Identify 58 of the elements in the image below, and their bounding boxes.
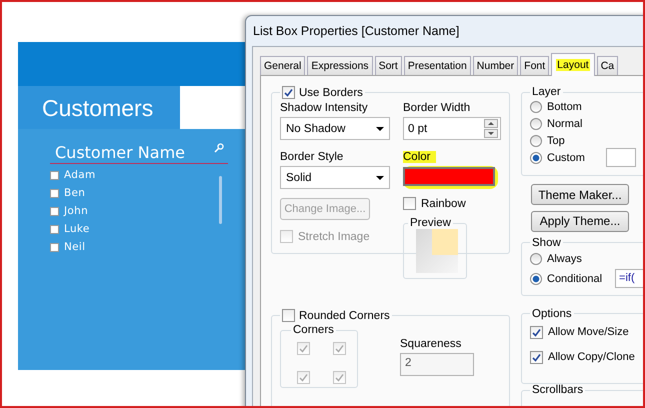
field-label: Border Style: [280, 151, 344, 163]
checkbox[interactable]: [530, 350, 543, 364]
radio-button[interactable]: [530, 118, 542, 130]
custom-layer-field[interactable]: [606, 148, 636, 167]
sheet-header: Customers: [18, 86, 180, 129]
radio-button[interactable]: [530, 100, 542, 112]
group-label: Show: [531, 236, 562, 249]
tab[interactable]: Expressions: [307, 56, 373, 75]
search-icon[interactable]: [214, 143, 224, 153]
radio-button[interactable]: [530, 252, 542, 265]
group-label: Preview: [409, 217, 452, 229]
border-width-field[interactable]: 0 pt: [403, 117, 501, 140]
group-label: Scrollbars: [531, 384, 584, 396]
caret-icon: [376, 126, 384, 130]
tab[interactable]: Number: [472, 56, 518, 75]
checkbox-label: Rainbow: [421, 198, 466, 210]
checkbox-label: Stretch Image: [298, 230, 370, 242]
group-label: Options: [531, 308, 573, 320]
checkbox[interactable]: [282, 309, 295, 322]
checkbox[interactable]: [282, 86, 295, 99]
checkbox-label: Rounded Corners: [299, 310, 390, 322]
checkbox-label: Allow Copy/Clone: [548, 351, 635, 364]
border-preview: [416, 229, 458, 273]
radio-label: Conditional: [547, 272, 602, 285]
condition-field[interactable]: =if(: [615, 269, 643, 288]
field-label: Color: [403, 151, 436, 163]
radio-button[interactable]: [530, 152, 542, 164]
shadow-dropdown[interactable]: No Shadow: [280, 117, 390, 140]
tab[interactable]: Font: [520, 56, 550, 75]
field-label: Shadow Intensity: [280, 102, 368, 114]
theme-button[interactable]: Apply Theme...: [531, 211, 629, 232]
caret-icon: [376, 176, 384, 180]
tab[interactable]: Ca: [596, 56, 618, 75]
checkbox[interactable]: [403, 197, 416, 210]
window-title: List Box Properties [Customer Name]: [252, 23, 460, 40]
tab[interactable]: Layout: [551, 53, 595, 76]
radio-label: Always: [547, 252, 582, 265]
radio-label: Top: [547, 134, 565, 146]
radio-label: Normal: [547, 118, 582, 130]
spinner-icon[interactable]: [484, 119, 498, 138]
radio-button[interactable]: [530, 272, 542, 285]
field-label: Squareness: [400, 338, 462, 350]
group-label: Layer: [531, 86, 562, 98]
field-label: Border Width: [403, 102, 470, 114]
border-style-dropdown[interactable]: Solid: [280, 166, 390, 189]
list-box-title: Customer Name: [55, 143, 186, 162]
radio-label: Custom: [547, 152, 585, 164]
tab[interactable]: General: [260, 56, 306, 75]
group-label: Corners: [292, 324, 335, 336]
checkbox[interactable]: [530, 326, 543, 339]
tab[interactable]: Presentation: [404, 56, 471, 75]
theme-button[interactable]: Theme Maker...: [531, 184, 629, 206]
checkbox-label: Use Borders: [299, 86, 363, 98]
color-swatch[interactable]: [403, 167, 495, 186]
tab[interactable]: Sort: [374, 56, 402, 75]
checkbox-label: Allow Move/Size: [548, 326, 629, 338]
radio-button[interactable]: [530, 134, 542, 146]
radio-label: Bottom: [547, 100, 582, 112]
